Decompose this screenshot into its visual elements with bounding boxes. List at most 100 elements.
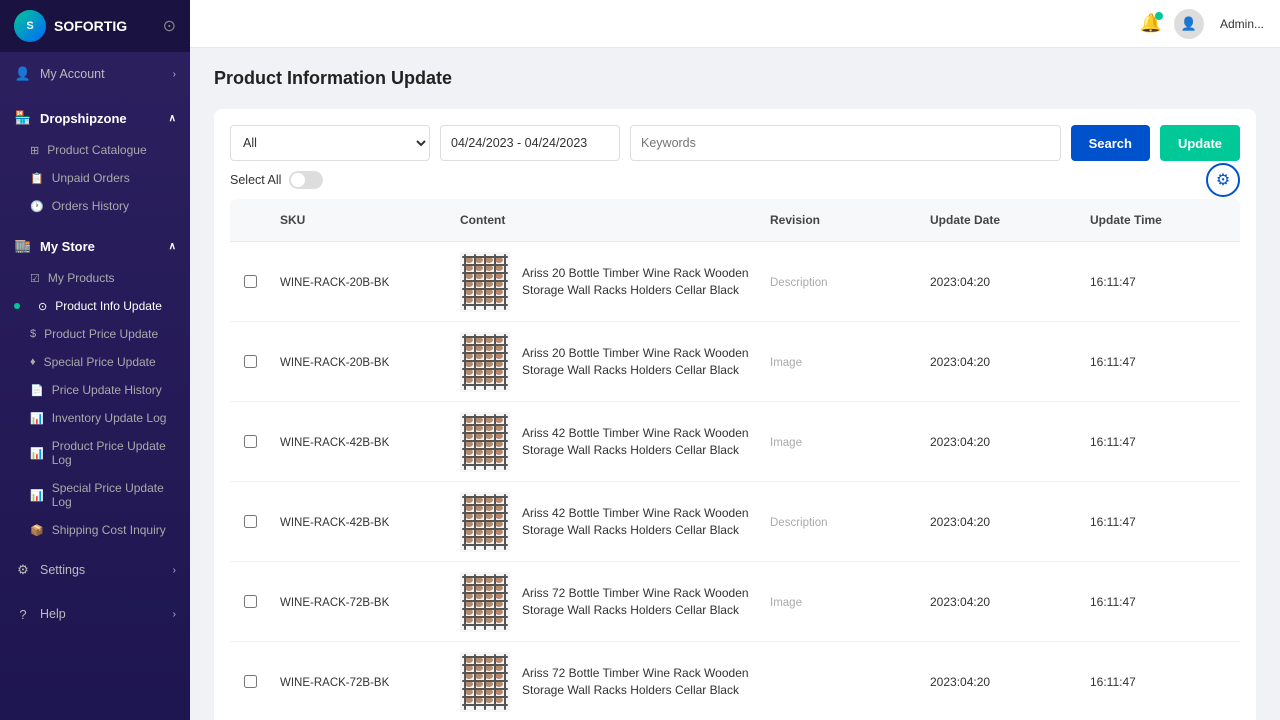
row-content: Ariss 20 Bottle Timber Wine Rack Wooden … (450, 244, 760, 320)
table-row: WINE-RACK-20B-BK Ariss 20 Bottle Timber … (230, 322, 1240, 402)
logo-area: S SOFORTIG ⊙ (0, 0, 190, 52)
keyword-input[interactable] (630, 125, 1061, 161)
help-chevron: › (173, 609, 176, 620)
row-revision: Description (760, 267, 920, 297)
sidebar-item-product-catalogue[interactable]: ⊞ Product Catalogue (0, 136, 190, 164)
dropshipzone-subitems: ⊞ Product Catalogue 📋 Unpaid Orders 🕐 Or… (0, 136, 190, 220)
th-update-time: Update Time (1080, 209, 1240, 231)
row-revision: Description (760, 507, 920, 537)
sidebar-item-product-price-update[interactable]: $ Product Price Update (0, 320, 190, 348)
update-button[interactable]: Update (1160, 125, 1240, 161)
sidebar-item-unpaid-orders[interactable]: 📋 Unpaid Orders (0, 164, 190, 192)
date-range-input[interactable] (440, 125, 620, 161)
row-checkbox[interactable] (244, 675, 257, 688)
sidebar-item-dropshipzone[interactable]: 🏪 Dropshipzone ∧ (0, 100, 190, 136)
sidebar-item-orders-history[interactable]: 🕐 Orders History (0, 192, 190, 220)
my-store-section: 🏬 My Store ∧ ☑ My Products ⊙ Product Inf… (0, 224, 190, 548)
row-content: Ariss 72 Bottle Timber Wine Rack Wooden … (450, 564, 760, 640)
sidebar-item-special-price-update-log[interactable]: 📊 Special Price Update Log (0, 474, 190, 516)
row-update-time: 16:11:47 (1080, 347, 1240, 377)
row-checkbox[interactable] (244, 275, 257, 288)
special-price-log-label: Special Price Update Log (52, 481, 176, 509)
row-checkbox[interactable] (244, 435, 257, 448)
row-content: Ariss 20 Bottle Timber Wine Rack Wooden … (450, 324, 760, 400)
table-settings-button[interactable]: ⚙ (1206, 163, 1240, 197)
product-price-label: Product Price Update (44, 327, 158, 341)
dropshipzone-chevron: ∧ (169, 113, 176, 124)
orders-history-label: Orders History (52, 199, 129, 213)
row-sku: WINE-RACK-42B-BK (270, 507, 450, 537)
price-update-icon: $ (30, 328, 36, 340)
avatar[interactable]: 👤 (1174, 9, 1204, 39)
row-checkbox[interactable] (244, 355, 257, 368)
row-update-date: 2023:04:20 (920, 347, 1080, 377)
row-update-time: 16:11:47 (1080, 267, 1240, 297)
table-header: SKU Content Revision Update Date Update … (230, 199, 1240, 242)
row-update-date: 2023:04:20 (920, 267, 1080, 297)
account-label: My Account (40, 67, 105, 81)
sidebar-item-shipping-cost-inquiry[interactable]: 📦 Shipping Cost Inquiry (0, 516, 190, 544)
dropshipzone-label: Dropshipzone (40, 111, 127, 126)
th-content: Content (450, 209, 760, 231)
product-catalogue-label: Product Catalogue (47, 143, 146, 157)
row-checkbox-cell (230, 427, 270, 456)
row-update-date: 2023:04:20 (920, 507, 1080, 537)
my-store-label: My Store (40, 239, 95, 254)
table-body: WINE-RACK-20B-BK Ariss 20 Bottle Timber … (230, 242, 1240, 720)
row-update-time: 16:11:47 (1080, 587, 1240, 617)
search-button[interactable]: Search (1071, 125, 1150, 161)
shipping-label: Shipping Cost Inquiry (52, 523, 166, 537)
price-history-icon: 📄 (30, 384, 44, 397)
sidebar-item-inventory-update-log[interactable]: 📊 Inventory Update Log (0, 404, 190, 432)
select-all-toggle[interactable] (289, 171, 323, 189)
sidebar-item-product-price-update-log[interactable]: 📊 Product Price Update Log (0, 432, 190, 474)
sidebar-item-special-price-update[interactable]: ♦ Special Price Update (0, 348, 190, 376)
sidebar-item-my-store[interactable]: 🏬 My Store ∧ (0, 228, 190, 264)
content-card: All Search Update Select All ⚙ (214, 109, 1256, 720)
product-image (460, 332, 510, 392)
row-sku: WINE-RACK-20B-BK (270, 267, 450, 297)
sidebar-item-settings[interactable]: ⚙ Settings › (0, 552, 190, 588)
logo-settings-icon[interactable]: ⊙ (163, 16, 176, 36)
page-title: Product Information Update (214, 68, 1256, 89)
help-label: Help (40, 607, 66, 621)
my-store-chevron: ∧ (169, 241, 176, 252)
th-checkbox (230, 209, 270, 231)
row-checkbox-cell (230, 267, 270, 296)
select-all-row: Select All ⚙ (230, 171, 1240, 189)
notification-wrapper[interactable]: 🔔 (1140, 13, 1162, 34)
sidebar-item-product-info-update[interactable]: ⊙ Product Info Update (0, 292, 190, 320)
category-select[interactable]: All (230, 125, 430, 161)
product-catalogue-icon: ⊞ (30, 144, 39, 157)
sidebar-item-my-products[interactable]: ☑ My Products (0, 264, 190, 292)
sidebar-item-account[interactable]: 👤 My Account › (0, 56, 190, 92)
special-price-label: Special Price Update (44, 355, 156, 369)
my-products-icon: ☑ (30, 272, 40, 285)
my-products-label: My Products (48, 271, 115, 285)
th-sku: SKU (270, 209, 450, 231)
main-area: 🔔 👤 Admin... Product Information Update … (190, 0, 1280, 720)
row-sku: WINE-RACK-42B-BK (270, 427, 450, 457)
row-checkbox-cell (230, 347, 270, 376)
product-image (460, 652, 510, 712)
account-chevron: › (173, 69, 176, 80)
my-store-subitems: ☑ My Products ⊙ Product Info Update $ Pr… (0, 264, 190, 544)
row-checkbox[interactable] (244, 515, 257, 528)
sidebar-item-price-update-history[interactable]: 📄 Price Update History (0, 376, 190, 404)
row-checkbox[interactable] (244, 595, 257, 608)
product-price-log-label: Product Price Update Log (52, 439, 176, 467)
product-image (460, 572, 510, 632)
sidebar-item-help[interactable]: ? Help › (0, 596, 190, 632)
price-history-label: Price Update History (52, 383, 162, 397)
row-update-time: 16:11:47 (1080, 667, 1240, 697)
account-section: 👤 My Account › (0, 52, 190, 96)
row-revision: Image (760, 587, 920, 617)
table-row: WINE-RACK-72B-BK Ariss 72 Bottle Timber … (230, 642, 1240, 720)
dropshipzone-section: 🏪 Dropshipzone ∧ ⊞ Product Catalogue 📋 U… (0, 96, 190, 224)
toggle-knob (291, 173, 305, 187)
row-sku: WINE-RACK-72B-BK (270, 667, 450, 697)
logo-text: SOFORTIG (54, 18, 127, 34)
topbar: 🔔 👤 Admin... (190, 0, 1280, 48)
product-info-icon: ⊙ (38, 300, 47, 313)
row-content: Ariss 72 Bottle Timber Wine Rack Wooden … (450, 644, 760, 720)
